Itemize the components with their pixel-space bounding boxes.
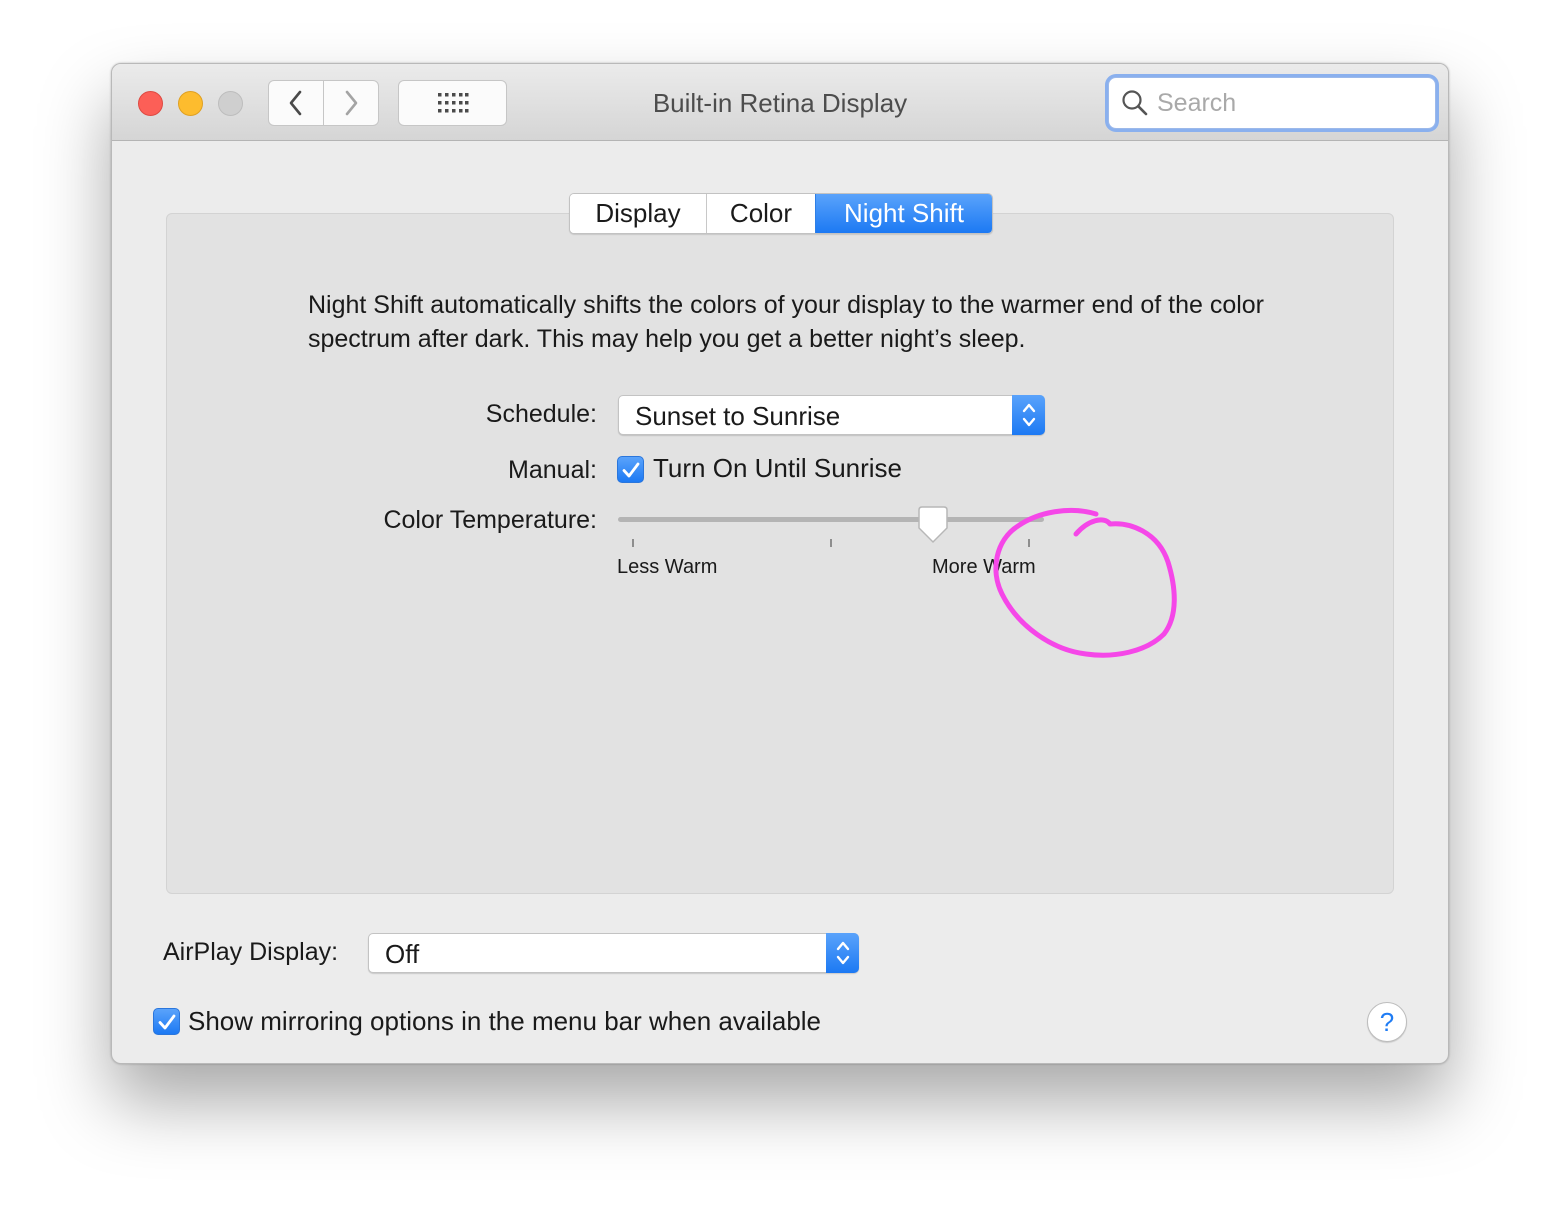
- mirroring-checkbox[interactable]: [153, 1008, 180, 1035]
- manual-label: Manual:: [508, 456, 597, 484]
- schedule-value: Sunset to Sunrise: [635, 401, 841, 431]
- slider-tick: [830, 539, 832, 547]
- tab-bar: Display Color Night Shift: [569, 193, 993, 234]
- search-icon: [1122, 90, 1148, 116]
- color-temperature-slider-thumb[interactable]: [916, 506, 950, 544]
- schedule-popup[interactable]: Sunset to Sunrise: [618, 395, 1045, 435]
- manual-checkbox[interactable]: [617, 456, 644, 483]
- color-temperature-label: Color Temperature:: [383, 506, 597, 534]
- help-button[interactable]: ?: [1367, 1002, 1407, 1042]
- slider-min-label: Less Warm: [617, 556, 718, 578]
- airplay-display-label: AirPlay Display:: [163, 938, 339, 966]
- slider-tick: [632, 539, 634, 547]
- slider-max-label: More Warm: [932, 556, 1036, 578]
- mirroring-checkbox-label[interactable]: Show mirroring options in the menu bar w…: [188, 1006, 821, 1037]
- checkmark-icon: [158, 1014, 175, 1029]
- search-input[interactable]: [1157, 86, 1417, 120]
- system-preferences-window: Built-in Retina Display Display Color Ni…: [111, 63, 1449, 1064]
- night-shift-description: Night Shift automatically shifts the col…: [308, 291, 1265, 353]
- popup-stepper-icon: [1012, 395, 1045, 435]
- tab-display[interactable]: Display: [570, 194, 706, 233]
- color-temperature-slider-track[interactable]: [618, 517, 1044, 522]
- tab-color[interactable]: Color: [706, 194, 815, 233]
- title-bar: Built-in Retina Display: [112, 64, 1448, 141]
- checkmark-icon: [622, 462, 639, 477]
- search-field[interactable]: [1108, 77, 1436, 129]
- tab-night-shift[interactable]: Night Shift: [815, 194, 992, 233]
- airplay-display-popup[interactable]: Off: [368, 933, 859, 973]
- slider-tick: [1028, 539, 1030, 547]
- popup-stepper-icon: [826, 933, 859, 973]
- schedule-label: Schedule:: [485, 400, 597, 428]
- manual-checkbox-label[interactable]: Turn On Until Sunrise: [653, 453, 902, 484]
- airplay-display-value: Off: [385, 939, 420, 969]
